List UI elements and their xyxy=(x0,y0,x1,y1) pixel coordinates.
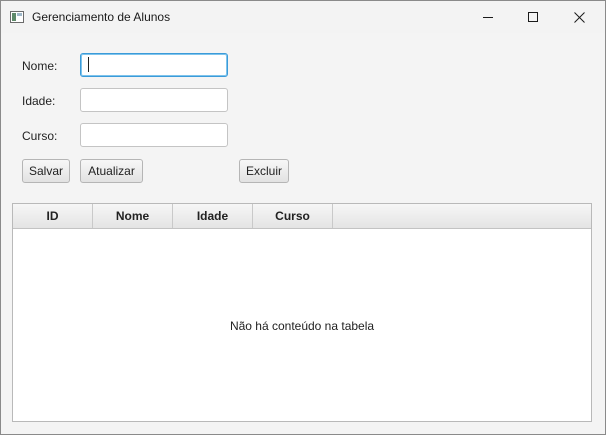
column-header-curso[interactable]: Curso xyxy=(253,204,333,228)
minimize-icon xyxy=(482,12,494,23)
minimize-button[interactable] xyxy=(465,1,511,33)
title-bar[interactable]: Gerenciamento de Alunos xyxy=(1,1,605,33)
nome-label: Nome: xyxy=(22,59,58,73)
close-button[interactable] xyxy=(556,1,602,33)
app-window-icon xyxy=(10,11,24,23)
maximize-button[interactable] xyxy=(510,1,556,33)
atualizar-button[interactable]: Atualizar xyxy=(80,159,143,183)
column-header-idade[interactable]: Idade xyxy=(173,204,253,228)
window-title: Gerenciamento de Alunos xyxy=(32,10,171,24)
idade-label: Idade: xyxy=(22,94,56,108)
table-header: ID Nome Idade Curso xyxy=(13,204,591,229)
salvar-button[interactable]: Salvar xyxy=(22,159,70,183)
curso-input[interactable] xyxy=(80,123,228,147)
table-empty-message: Não há conteúdo na tabela xyxy=(229,319,375,333)
maximize-icon xyxy=(527,11,539,23)
column-header-nome[interactable]: Nome xyxy=(93,204,173,228)
column-header-id[interactable]: ID xyxy=(13,204,93,228)
nome-input[interactable] xyxy=(80,53,228,77)
idade-input[interactable] xyxy=(80,88,228,112)
text-caret xyxy=(88,57,89,72)
excluir-button[interactable]: Excluir xyxy=(239,159,289,183)
students-table[interactable]: ID Nome Idade Curso Não há conteúdo na t… xyxy=(12,203,592,422)
app-window: Gerenciamento de Alunos Nome: Idade: Cur… xyxy=(0,0,606,435)
curso-label: Curso: xyxy=(22,129,58,143)
close-icon xyxy=(573,11,585,23)
